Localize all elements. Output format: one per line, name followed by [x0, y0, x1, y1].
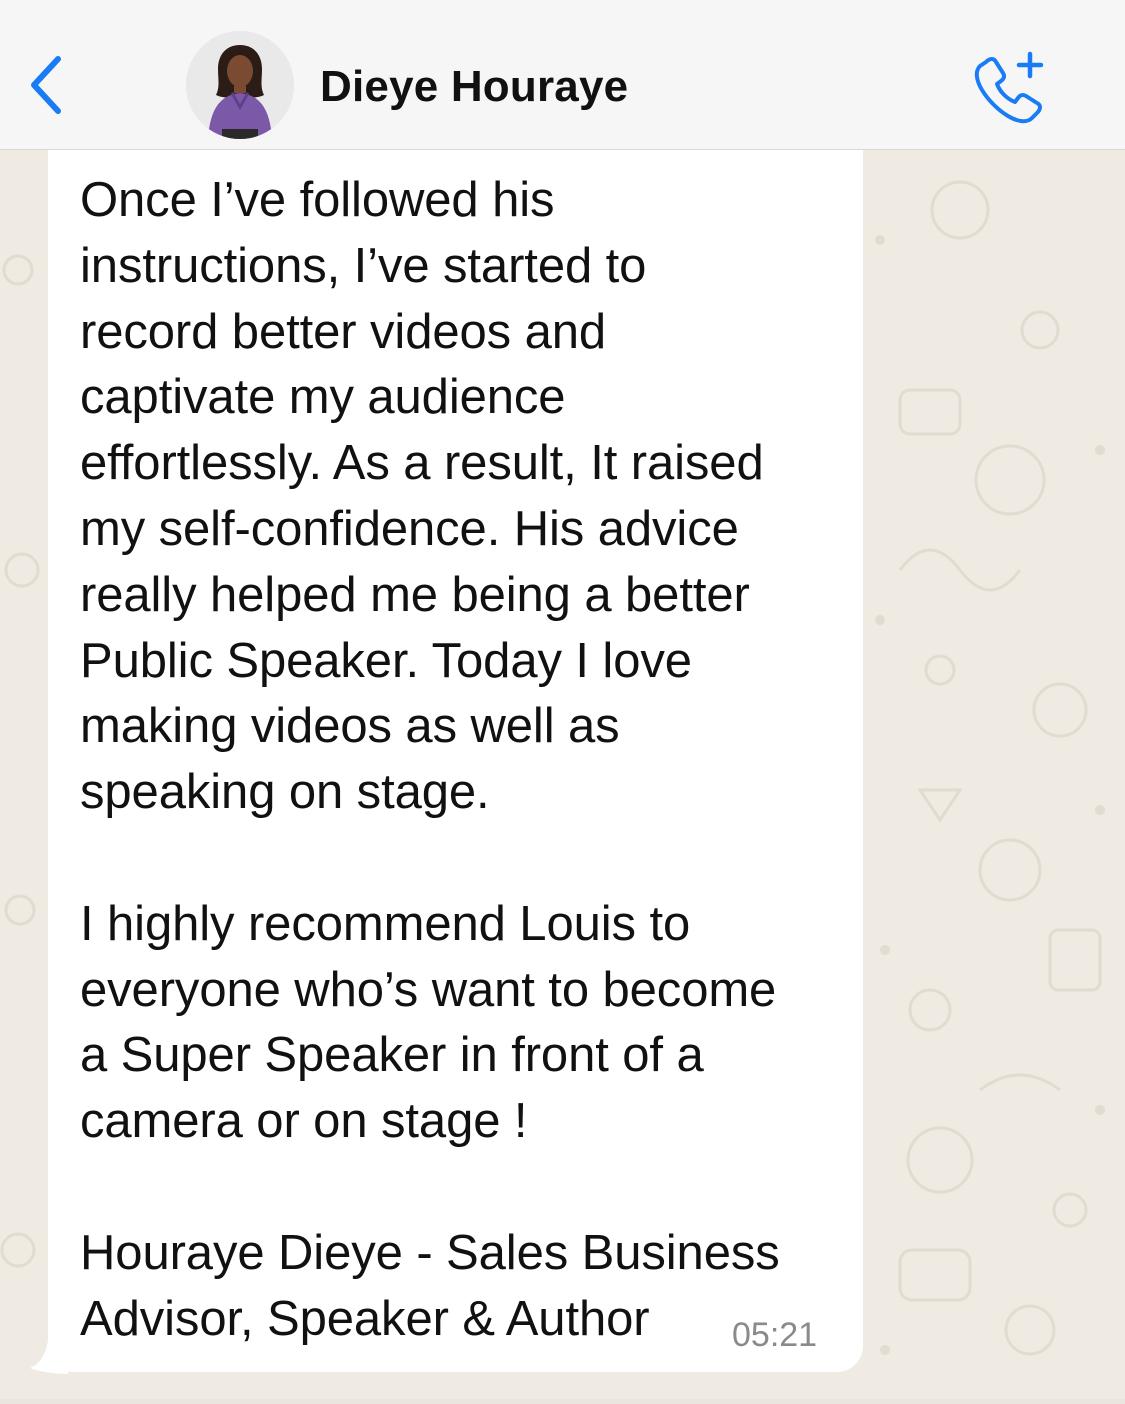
chat-header: Dieye Houraye — [0, 0, 1125, 150]
message-text: Once I’ve followed his instructions, I’v… — [80, 173, 780, 1346]
chevron-left-icon — [31, 56, 61, 114]
back-button[interactable] — [22, 50, 72, 120]
message-bubble[interactable]: Once I’ve followed his instructions, I’v… — [48, 150, 863, 1372]
add-call-button[interactable] — [972, 46, 1052, 126]
message-timestamp: 05:21 — [732, 1316, 818, 1354]
contact-photo — [186, 31, 294, 139]
add-call-icon — [974, 51, 1044, 124]
avatar[interactable] — [186, 31, 294, 139]
contact-name[interactable]: Dieye Houraye — [320, 62, 628, 112]
